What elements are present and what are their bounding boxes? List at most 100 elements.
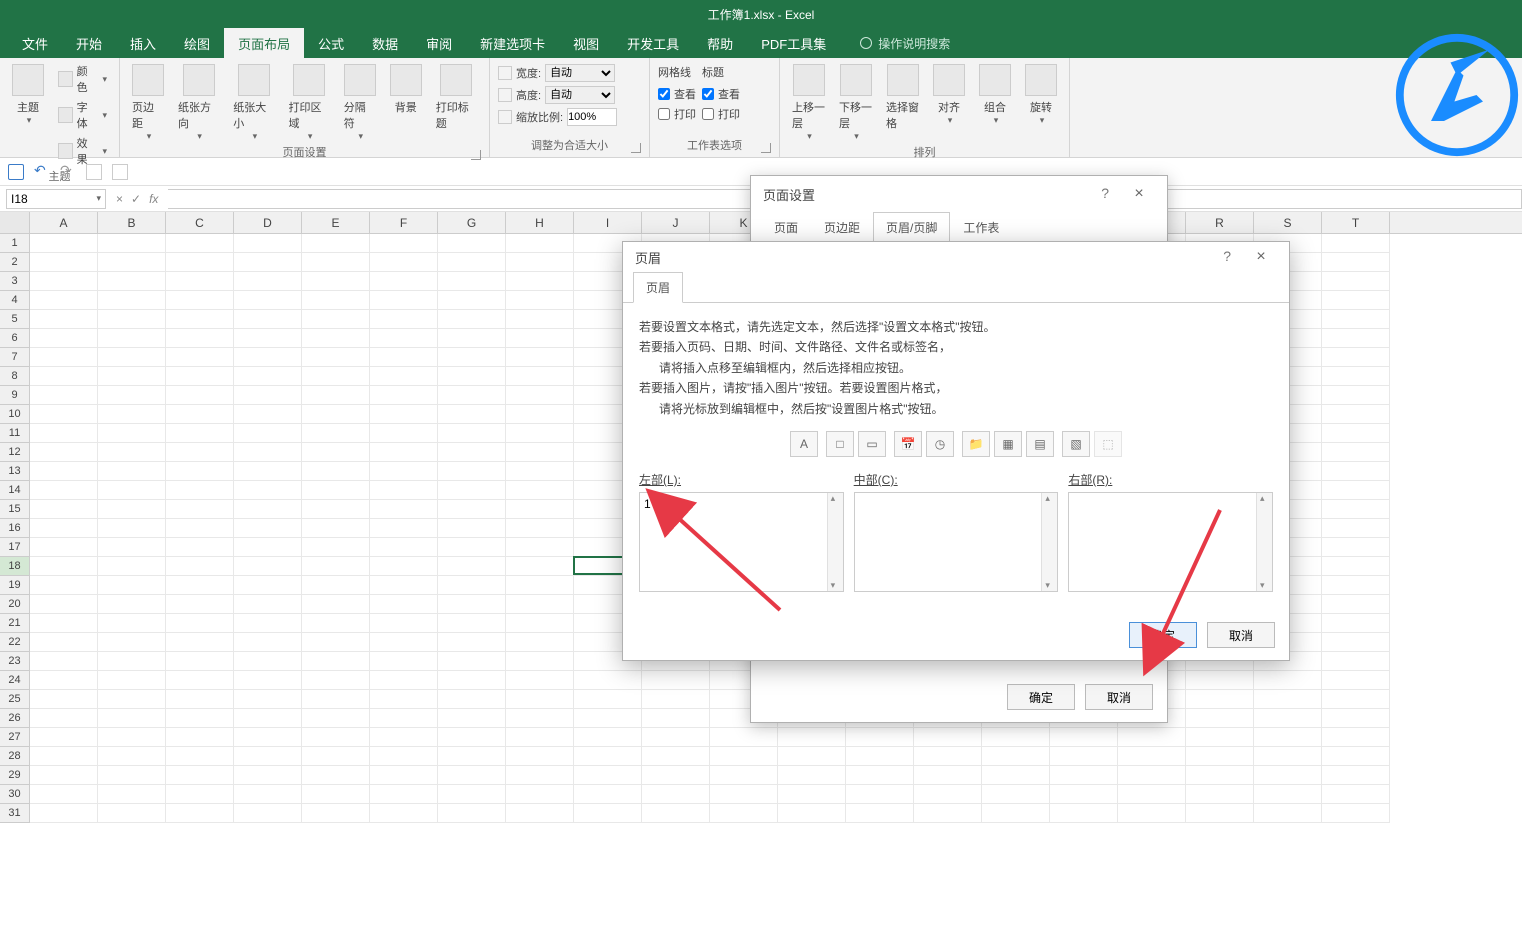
- cell[interactable]: [914, 728, 982, 747]
- cell[interactable]: [98, 272, 166, 291]
- cell[interactable]: [30, 709, 98, 728]
- cell[interactable]: [438, 424, 506, 443]
- cell[interactable]: [506, 367, 574, 386]
- insert-pages-icon[interactable]: ▭: [858, 431, 886, 457]
- cell[interactable]: [30, 576, 98, 595]
- cell[interactable]: [1322, 538, 1390, 557]
- cell[interactable]: [778, 785, 846, 804]
- cell[interactable]: [642, 709, 710, 728]
- cell[interactable]: [166, 709, 234, 728]
- help-icon[interactable]: ?: [1223, 248, 1231, 266]
- cell[interactable]: [370, 500, 438, 519]
- cell[interactable]: [1322, 557, 1390, 576]
- cell[interactable]: [914, 785, 982, 804]
- cell[interactable]: [302, 766, 370, 785]
- cell[interactable]: [1322, 462, 1390, 481]
- size-button[interactable]: 纸张大小: [229, 62, 278, 144]
- cell[interactable]: [302, 329, 370, 348]
- tab-公式[interactable]: 公式: [304, 28, 358, 59]
- cell[interactable]: [166, 310, 234, 329]
- cell[interactable]: [166, 557, 234, 576]
- cell[interactable]: [302, 443, 370, 462]
- cell[interactable]: [438, 291, 506, 310]
- cell[interactable]: [302, 576, 370, 595]
- tab-绘图[interactable]: 绘图: [170, 28, 224, 59]
- cell[interactable]: [370, 804, 438, 823]
- cell[interactable]: [914, 747, 982, 766]
- cell[interactable]: [438, 386, 506, 405]
- cell[interactable]: [302, 348, 370, 367]
- cell[interactable]: [506, 576, 574, 595]
- cell[interactable]: [574, 690, 642, 709]
- cell[interactable]: [234, 671, 302, 690]
- cell[interactable]: [506, 424, 574, 443]
- cell[interactable]: [1050, 747, 1118, 766]
- cell[interactable]: [30, 443, 98, 462]
- tab-页面布局[interactable]: 页面布局: [224, 28, 304, 59]
- cell[interactable]: [98, 481, 166, 500]
- row-header[interactable]: 7: [0, 348, 30, 367]
- orientation-button[interactable]: 纸张方向: [174, 62, 223, 144]
- cell[interactable]: [30, 424, 98, 443]
- cell[interactable]: [166, 519, 234, 538]
- cell[interactable]: [30, 538, 98, 557]
- cell[interactable]: [642, 728, 710, 747]
- cell[interactable]: [846, 747, 914, 766]
- tab-开发工具[interactable]: 开发工具: [613, 28, 693, 59]
- row-header[interactable]: 24: [0, 671, 30, 690]
- cell[interactable]: [166, 538, 234, 557]
- height-select[interactable]: 自动: [545, 86, 615, 104]
- row-header[interactable]: 3: [0, 272, 30, 291]
- cell[interactable]: [506, 329, 574, 348]
- cell[interactable]: [846, 804, 914, 823]
- cell[interactable]: [438, 348, 506, 367]
- row-header[interactable]: 25: [0, 690, 30, 709]
- pagesetup-ok-button[interactable]: 确定: [1007, 684, 1075, 710]
- cell[interactable]: [30, 386, 98, 405]
- cell[interactable]: [98, 728, 166, 747]
- cell[interactable]: [370, 310, 438, 329]
- cell[interactable]: [234, 595, 302, 614]
- colors-button[interactable]: 颜色: [54, 62, 111, 96]
- cell[interactable]: [506, 386, 574, 405]
- column-header[interactable]: E: [302, 212, 370, 233]
- cell[interactable]: [30, 348, 98, 367]
- cell[interactable]: [166, 747, 234, 766]
- redo-icon[interactable]: [60, 164, 76, 180]
- column-header[interactable]: J: [642, 212, 710, 233]
- cell[interactable]: [234, 253, 302, 272]
- cell[interactable]: [1322, 443, 1390, 462]
- cell[interactable]: [506, 595, 574, 614]
- cell[interactable]: [506, 538, 574, 557]
- cell[interactable]: [1322, 519, 1390, 538]
- tab-帮助[interactable]: 帮助: [693, 28, 747, 59]
- cell[interactable]: [506, 481, 574, 500]
- tab-开始[interactable]: 开始: [62, 28, 116, 59]
- cell[interactable]: [1186, 728, 1254, 747]
- cell[interactable]: [506, 291, 574, 310]
- cell[interactable]: [1050, 766, 1118, 785]
- row-header[interactable]: 14: [0, 481, 30, 500]
- cell[interactable]: [506, 804, 574, 823]
- cell[interactable]: [438, 500, 506, 519]
- cell[interactable]: [982, 804, 1050, 823]
- cell[interactable]: [1322, 652, 1390, 671]
- cell[interactable]: [370, 671, 438, 690]
- themes-button[interactable]: 主题: [8, 62, 48, 128]
- cell[interactable]: [710, 804, 778, 823]
- cell[interactable]: [30, 310, 98, 329]
- cell[interactable]: [438, 253, 506, 272]
- cell[interactable]: [370, 272, 438, 291]
- format-picture-icon[interactable]: ⬚: [1094, 431, 1122, 457]
- tab-审阅[interactable]: 审阅: [412, 28, 466, 59]
- cell[interactable]: [370, 747, 438, 766]
- scrollbar[interactable]: [1041, 493, 1057, 591]
- cell[interactable]: [574, 671, 642, 690]
- insert-file-icon[interactable]: ▦: [994, 431, 1022, 457]
- cell[interactable]: [1322, 386, 1390, 405]
- cell[interactable]: [234, 804, 302, 823]
- cell[interactable]: [30, 462, 98, 481]
- cell[interactable]: [1186, 747, 1254, 766]
- cell[interactable]: [438, 633, 506, 652]
- cell[interactable]: [710, 785, 778, 804]
